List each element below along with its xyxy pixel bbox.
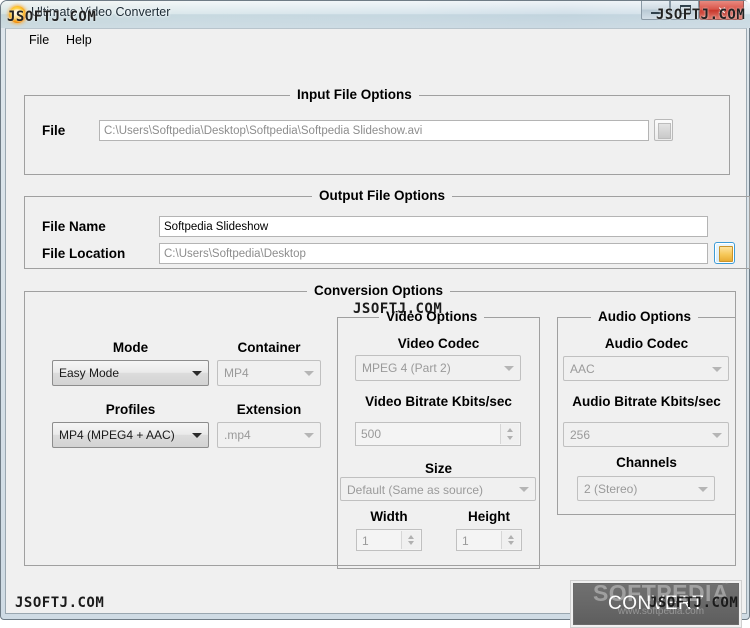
maximize-icon: [680, 5, 691, 14]
convert-button-label: CONVERT: [607, 593, 705, 614]
menu-item-help[interactable]: Help: [61, 32, 97, 48]
spinner-buttons: [500, 424, 519, 444]
file-label: File: [42, 123, 66, 138]
video-codec-label: Video Codec: [397, 336, 480, 351]
audio-codec-combobox: AAC: [563, 356, 729, 381]
height-value: 1: [462, 534, 469, 548]
size-combobox-value: Default (Same as source): [347, 483, 484, 497]
chevron-down-icon: [192, 433, 202, 438]
channels-combobox: 2 (Stereo): [577, 476, 715, 501]
input-file-field[interactable]: C:\Users\Softpedia\Desktop\Softpedia\Sof…: [99, 120, 649, 141]
container-combobox: MP4: [217, 360, 321, 386]
profiles-label: Profiles: [105, 402, 156, 417]
spinner-down-icon: [502, 540, 520, 549]
audio-bitrate-label: Audio Bitrate Kbits/sec: [572, 394, 721, 409]
application-window: Ultimate Video Converter × File Help Inp…: [0, 0, 750, 628]
chevron-down-icon: [304, 371, 314, 376]
extension-combobox-value: .mp4: [224, 428, 251, 442]
width-spinner: 1: [356, 529, 422, 551]
close-icon: ×: [717, 2, 727, 18]
client-area: File Help Input File Options File C:\Use…: [5, 28, 750, 628]
chevron-down-icon: [504, 366, 514, 371]
chevron-down-icon: [192, 371, 202, 376]
audio-codec-label: Audio Codec: [604, 336, 689, 351]
convert-button[interactable]: CONVERT: [573, 583, 739, 625]
extension-combobox: .mp4: [217, 422, 321, 448]
spinner-up-icon: [501, 424, 519, 434]
channels-label: Channels: [616, 455, 677, 470]
minimize-button[interactable]: [641, 1, 670, 20]
profiles-combobox-value: MP4 (MPEG4 + AAC): [59, 428, 175, 442]
audio-bitrate-value: 256: [570, 428, 591, 442]
width-label: Width: [370, 509, 408, 524]
mode-combobox[interactable]: Easy Mode: [52, 360, 209, 386]
extension-label: Extension: [236, 402, 302, 417]
spinner-up-icon: [402, 531, 420, 540]
video-bitrate-value: 500: [361, 427, 382, 441]
video-codec-value: MPEG 4 (Part 2): [362, 361, 451, 375]
folder-icon: [719, 246, 733, 262]
video-bitrate-label: Video Bitrate Kbits/sec: [365, 394, 512, 409]
video-bitrate-spinner: 500: [355, 422, 521, 446]
spinner-buttons: [401, 531, 420, 549]
spinner-down-icon: [402, 540, 420, 549]
audio-options-title: Audio Options: [591, 309, 698, 324]
minimize-icon: [651, 12, 662, 14]
video-options-title: Video Options: [379, 309, 485, 324]
input-file-browse-button[interactable]: [654, 119, 673, 141]
channels-value: 2 (Stereo): [584, 482, 638, 496]
chevron-down-icon: [519, 487, 529, 492]
conversion-options-title: Conversion Options: [307, 283, 451, 298]
container-label: Container: [237, 340, 301, 355]
chevron-down-icon: [304, 433, 314, 438]
window-title: Ultimate Video Converter: [31, 5, 171, 19]
width-value: 1: [362, 534, 369, 548]
output-file-options-title: Output File Options: [312, 188, 452, 203]
menu-bar: File Help: [6, 29, 746, 51]
chevron-down-icon: [712, 366, 722, 372]
title-bar[interactable]: Ultimate Video Converter ×: [1, 1, 750, 28]
output-file-name-field[interactable]: Softpedia Slideshow: [159, 216, 708, 237]
mode-label: Mode: [112, 340, 149, 355]
audio-bitrate-combobox: 256: [563, 422, 729, 447]
output-file-location-field[interactable]: C:\Users\Softpedia\Desktop: [159, 243, 708, 264]
mode-combobox-value: Easy Mode: [59, 366, 120, 380]
spinner-down-icon: [501, 434, 519, 444]
height-label: Height: [468, 509, 510, 524]
size-combobox: Default (Same as source): [340, 477, 536, 501]
chevron-down-icon: [712, 432, 722, 438]
audio-codec-value: AAC: [570, 362, 595, 376]
browse-square-icon: [658, 123, 671, 139]
output-location-browse-button[interactable]: [714, 242, 735, 264]
size-label: Size: [424, 461, 452, 476]
menu-item-file[interactable]: File: [24, 32, 54, 48]
sun-app-icon: [9, 6, 26, 23]
maximize-button[interactable]: [670, 1, 699, 20]
spinner-buttons: [501, 531, 520, 549]
video-codec-combobox: MPEG 4 (Part 2): [355, 355, 521, 381]
spinner-up-icon: [502, 531, 520, 540]
profiles-combobox[interactable]: MP4 (MPEG4 + AAC): [52, 422, 209, 448]
height-spinner: 1: [456, 529, 522, 551]
close-button[interactable]: ×: [699, 1, 744, 20]
container-combobox-value: MP4: [224, 366, 249, 380]
file-location-label: File Location: [42, 246, 126, 261]
chevron-down-icon: [698, 486, 708, 492]
input-file-options-title: Input File Options: [290, 87, 419, 102]
file-name-label: File Name: [42, 219, 106, 234]
